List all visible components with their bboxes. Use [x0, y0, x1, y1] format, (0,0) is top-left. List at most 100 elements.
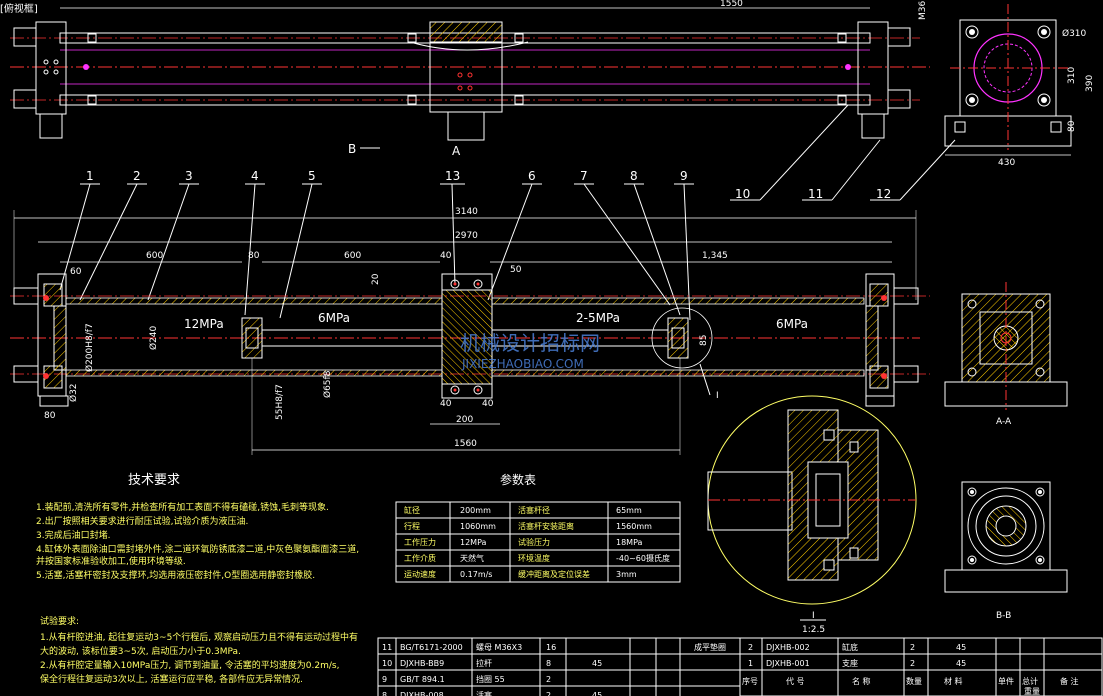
bom-left-cell: 8 — [382, 691, 387, 696]
section-bb: B-B — [944, 481, 1068, 621]
tech-req-1: 1.装配前,清洗所有零件,并检查所有加工表面不得有磕碰,锈蚀,毛刺等现象. — [36, 501, 329, 513]
dim-80-top: 80 — [248, 251, 260, 261]
dim-55: 55H8/f7 — [275, 384, 285, 420]
param-cell: 200mm — [460, 506, 491, 515]
test-requirements: 试验要求: 1.从有杆腔进油, 起往复运动3~5个行程后, 观察启动压力且不得有… — [40, 615, 358, 685]
top-view: 1550 M36 B A — [10, 0, 930, 158]
test-req-2: 大的波动, 该标位要3~5次, 启动压力小于0.3MPa. — [40, 645, 241, 657]
bom-left-cell: 2 — [546, 675, 551, 684]
dim-40-bottom-a: 40 — [440, 399, 452, 409]
test-req-title: 试验要求: — [40, 615, 79, 627]
dim-65: Ø65f8 — [322, 370, 333, 398]
bom-left-cell: 10 — [382, 659, 392, 668]
dim-600-mid: 600 — [344, 251, 361, 261]
bom-right-header: 总计 — [1022, 676, 1038, 686]
bom-right-header: 数量 — [906, 676, 922, 686]
watermark: 机械设计招标网 JIXIEZHAOBIAO.COM — [460, 331, 600, 371]
param-cell: 1060mm — [460, 522, 496, 531]
param-cell: 1560mm — [616, 522, 652, 531]
param-cell: 工作压力 — [404, 537, 436, 547]
dim-40-bottom-b: 40 — [482, 399, 494, 409]
dim-600-left: 600 — [146, 251, 163, 261]
dim-m36: M36 — [918, 1, 928, 20]
detail-scale: 1:2.5 — [802, 625, 825, 635]
test-req-1: 1.从有杆腔进油, 起往复运动3~5个行程后, 观察启动压力且不得有运动过程中有 — [40, 631, 358, 643]
detail-i: I 1:2.5 — [707, 395, 917, 635]
dim-80: 80 — [1067, 120, 1077, 132]
dim-40-top: 40 — [440, 251, 452, 261]
param-cell: -40~60摄氏度 — [616, 553, 670, 563]
param-cell: 环境温度 — [518, 553, 550, 563]
dim-430: 430 — [998, 158, 1015, 168]
bom-right-cell: DJXHB-002 — [766, 643, 810, 652]
bom-left-cell: 挡圈 55 — [476, 674, 505, 684]
section-mark-a: A — [452, 144, 461, 158]
part-number-callouts: 1 2 3 4 5 13 6 7 8 9 10 11 12 — [59, 104, 956, 321]
pressure-label-4: 6MPa — [776, 317, 808, 331]
dim-50: 50 — [510, 265, 522, 275]
param-cell: 65mm — [616, 506, 642, 515]
bom-left-cell: 8 — [546, 659, 551, 668]
detail-mark-main: I — [716, 391, 719, 401]
bom-left-cell: 2 — [546, 691, 551, 696]
bom-left-cell: DJXHB-BB9 — [400, 659, 444, 668]
watermark-en: JIXIEZHAOBIAO.COM — [461, 357, 584, 371]
section-aa: A-A — [944, 282, 1068, 427]
section-mark-b: B — [348, 142, 356, 156]
bom-left-cell: 16 — [546, 643, 556, 652]
part-2-label: 2 — [133, 169, 141, 183]
bom-left-cell: 活塞 — [476, 690, 492, 696]
param-cell: 活塞杆安装距离 — [518, 521, 574, 531]
tech-req-3: 3.完成后油口封堵. — [36, 529, 110, 541]
pressure-label-1: 12MPa — [184, 317, 224, 331]
part-11-label: 11 — [808, 187, 823, 201]
param-cell: 0.17m/s — [460, 570, 492, 579]
bom-right-cell: 2 — [748, 643, 753, 652]
bom-right-cell: 45 — [956, 659, 966, 668]
dim-3140: 3140 — [455, 207, 478, 217]
pressure-label-2: 6MPa — [318, 311, 350, 325]
param-cell: 缓冲距离及定位误差 — [518, 569, 590, 579]
bom-right-header: 单件 — [998, 676, 1014, 686]
bom-right-header: 代 号 — [786, 676, 805, 686]
dim-1560: 1560 — [454, 439, 477, 449]
bom-left-cell: DJXHB-008 — [400, 691, 444, 696]
param-cell: 运动速度 — [404, 569, 436, 579]
bom-right-header: 序号 — [742, 676, 758, 686]
dim-bore: Ø200H8/f7 — [84, 323, 95, 372]
param-cell: 缸径 — [404, 505, 420, 515]
dim-2970: 2970 — [455, 231, 478, 241]
bom-right-cell: DJXHB-001 — [766, 659, 810, 668]
test-req-3: 2.从有杆腔定量输入10MPa压力, 调节到油量, 令活塞的平均速度为0.2m/… — [40, 659, 339, 671]
part-9-label: 9 — [680, 169, 688, 183]
dim-60: 60 — [70, 267, 82, 277]
part-1-label: 1 — [86, 169, 94, 183]
dim-390: 390 — [1085, 75, 1095, 92]
part-10-label: 10 — [735, 187, 750, 201]
part-6-label: 6 — [528, 169, 536, 183]
dim-310: 310 — [1067, 67, 1077, 84]
part-4-label: 4 — [251, 169, 259, 183]
dim-85: 85 — [699, 335, 709, 346]
param-cell: 活塞杆径 — [518, 505, 550, 515]
bom-left-cell: 9 — [382, 675, 387, 684]
test-req-4: 保全行程往复运动3次以上, 活塞运行应平稳, 各部件应无异常情况. — [40, 673, 303, 685]
bom-right-cell: 缸底 — [842, 642, 858, 652]
param-cell: 工作介质 — [404, 553, 436, 563]
bom-left-cell: 45 — [592, 691, 602, 696]
bom-right-cell: 1 — [748, 659, 753, 668]
tech-req-title: 技术要求 — [128, 473, 180, 488]
dim-20: 20 — [371, 273, 381, 285]
tech-req-5: 5.活塞,活塞杆密封及支撑环,均选用液压密封件,O型圈选用静密封橡胶. — [36, 569, 315, 581]
tech-requirements: 技术要求 1.装配前,清洗所有零件,并检查所有加工表面不得有磕碰,锈蚀,毛刺等现… — [36, 473, 359, 581]
param-title: 参数表 — [500, 472, 536, 487]
dim-240: Ø240 — [148, 325, 159, 350]
part-3-label: 3 — [185, 169, 193, 183]
tech-req-2: 2.出厂按照相关要求进行耐压试验,试验介质为液压油. — [36, 515, 248, 527]
bom-right: 成平垫圈 2 DJXHB-002 缸底 2 45 1 DJXHB-001 支座 2 45 序号 代 … — [694, 637, 1103, 696]
section-bb-label: B-B — [996, 611, 1011, 621]
bom-right-cell: 支座 — [842, 658, 858, 668]
bom-left-cell: BG/T6171-2000 — [400, 643, 463, 652]
tech-req-4b: 并按国家标准验收加工,使用环境等级. — [36, 555, 186, 567]
param-cell: 行程 — [404, 521, 420, 531]
